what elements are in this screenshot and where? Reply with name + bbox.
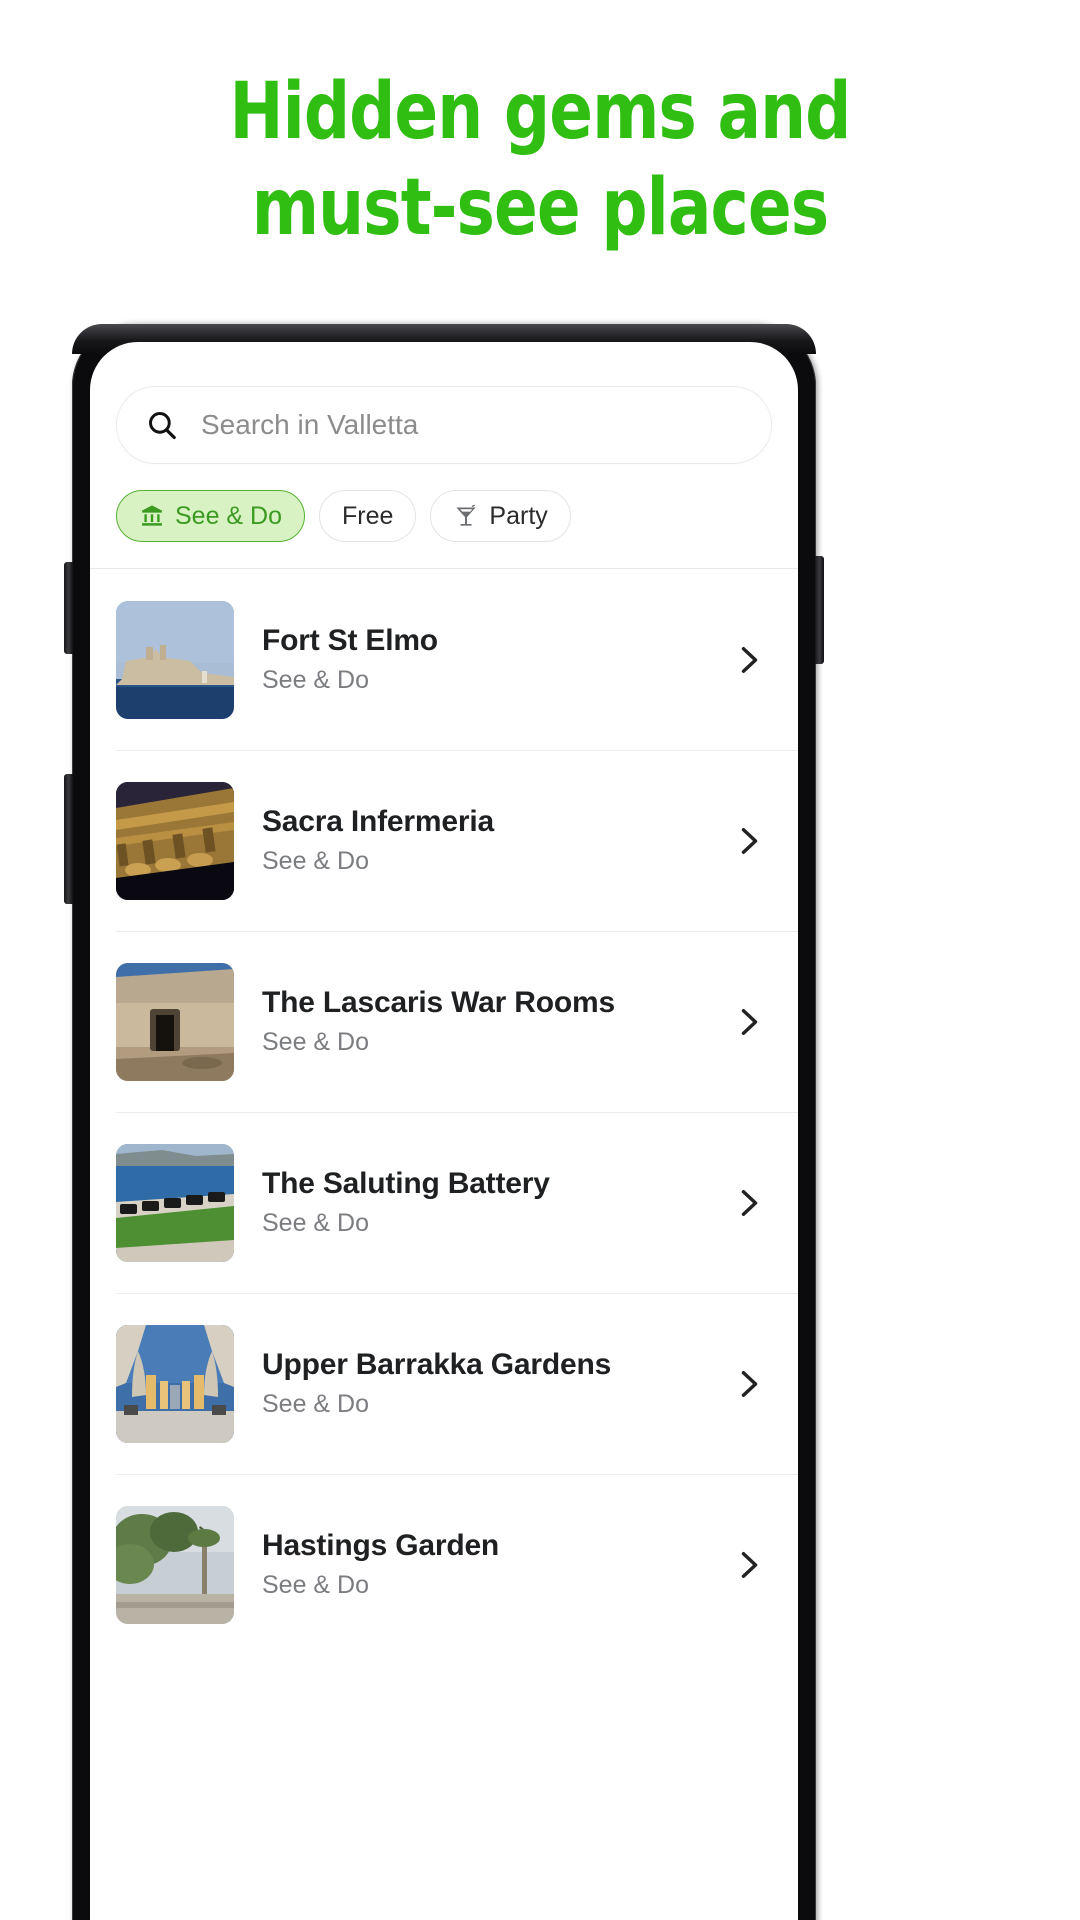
promo-screenshot: Hidden gems and must-see places Search i… bbox=[0, 0, 1080, 1920]
list-item-text: The Saluting Battery See & Do bbox=[234, 1167, 730, 1238]
thumbnail-lascaris-war-rooms bbox=[116, 962, 234, 1081]
chip-party[interactable]: Party bbox=[430, 490, 571, 542]
list-item[interactable]: Hastings Garden See & Do bbox=[90, 1474, 798, 1655]
list-item-text: Hastings Garden See & Do bbox=[234, 1529, 730, 1600]
list-item[interactable]: Sacra Infermeria See & Do bbox=[90, 750, 798, 931]
list-item[interactable]: Upper Barrakka Gardens See & Do bbox=[90, 1293, 798, 1474]
list-item-text: Fort St Elmo See & Do bbox=[234, 624, 730, 695]
list-item-subtitle: See & Do bbox=[262, 847, 370, 875]
headline-line-2: must-see places bbox=[251, 163, 829, 253]
status-bar bbox=[90, 342, 798, 364]
list-item-subtitle: See & Do bbox=[262, 1390, 370, 1418]
thumbnail-upper-barrakka-gardens bbox=[116, 1324, 234, 1443]
places-list: Fort St Elmo See & Do Sacra Infermeria S… bbox=[90, 569, 798, 1655]
phone-screen: Search in Valletta See & Do Free Party F… bbox=[90, 342, 798, 1920]
phone-mockup: Search in Valletta See & Do Free Party F… bbox=[64, 324, 824, 1920]
chevron-right-icon[interactable] bbox=[730, 823, 766, 859]
thumbnail-sacra-infermeria bbox=[116, 781, 234, 900]
phone-button-left-lower bbox=[64, 774, 73, 904]
chevron-right-icon[interactable] bbox=[730, 1185, 766, 1221]
headline-line-1: Hidden gems and bbox=[229, 67, 852, 157]
list-item-subtitle: See & Do bbox=[262, 1571, 370, 1599]
list-item-text: Upper Barrakka Gardens See & Do bbox=[234, 1348, 730, 1419]
promo-headline: Hidden gems and must-see places bbox=[43, 64, 1037, 256]
list-item[interactable]: The Saluting Battery See & Do bbox=[90, 1112, 798, 1293]
list-item-title: The Lascaris War Rooms bbox=[262, 986, 615, 1019]
thumbnail-fort-st-elmo bbox=[116, 600, 234, 719]
chip-see-and-do-label: See & Do bbox=[175, 501, 283, 530]
list-item-title: The Saluting Battery bbox=[262, 1167, 550, 1200]
list-item-subtitle: See & Do bbox=[262, 1028, 370, 1056]
list-item-subtitle: See & Do bbox=[262, 1209, 370, 1237]
list-item-title: Hastings Garden bbox=[262, 1529, 500, 1562]
list-item-subtitle: See & Do bbox=[262, 666, 370, 694]
list-item-text: The Lascaris War Rooms See & Do bbox=[234, 986, 730, 1057]
museum-icon bbox=[139, 503, 165, 529]
chevron-right-icon[interactable] bbox=[730, 1004, 766, 1040]
list-item-title: Fort St Elmo bbox=[262, 624, 438, 657]
chip-free-label: Free bbox=[342, 501, 394, 530]
thumbnail-hastings-garden bbox=[116, 1505, 234, 1624]
list-item-text: Sacra Infermeria See & Do bbox=[234, 805, 730, 876]
phone-button-left-upper bbox=[64, 562, 73, 654]
list-item[interactable]: Fort St Elmo See & Do bbox=[90, 569, 798, 750]
chip-party-label: Party bbox=[489, 501, 548, 530]
search-icon bbox=[145, 408, 179, 442]
chip-see-and-do[interactable]: See & Do bbox=[116, 490, 306, 542]
search-section: Search in Valletta bbox=[90, 386, 798, 464]
list-item-title: Upper Barrakka Gardens bbox=[262, 1348, 612, 1381]
chip-free[interactable]: Free bbox=[319, 490, 417, 542]
phone-button-right bbox=[815, 556, 824, 664]
chevron-right-icon[interactable] bbox=[730, 1547, 766, 1583]
cocktail-icon bbox=[453, 503, 479, 529]
filter-chips: See & Do Free Party bbox=[90, 490, 798, 542]
list-item[interactable]: The Lascaris War Rooms See & Do bbox=[90, 931, 798, 1112]
search-bar[interactable]: Search in Valletta bbox=[116, 386, 772, 464]
chevron-right-icon[interactable] bbox=[730, 1366, 766, 1402]
chevron-right-icon[interactable] bbox=[730, 642, 766, 678]
thumbnail-saluting-battery bbox=[116, 1143, 234, 1262]
list-item-title: Sacra Infermeria bbox=[262, 805, 494, 838]
search-input[interactable]: Search in Valletta bbox=[201, 409, 418, 441]
